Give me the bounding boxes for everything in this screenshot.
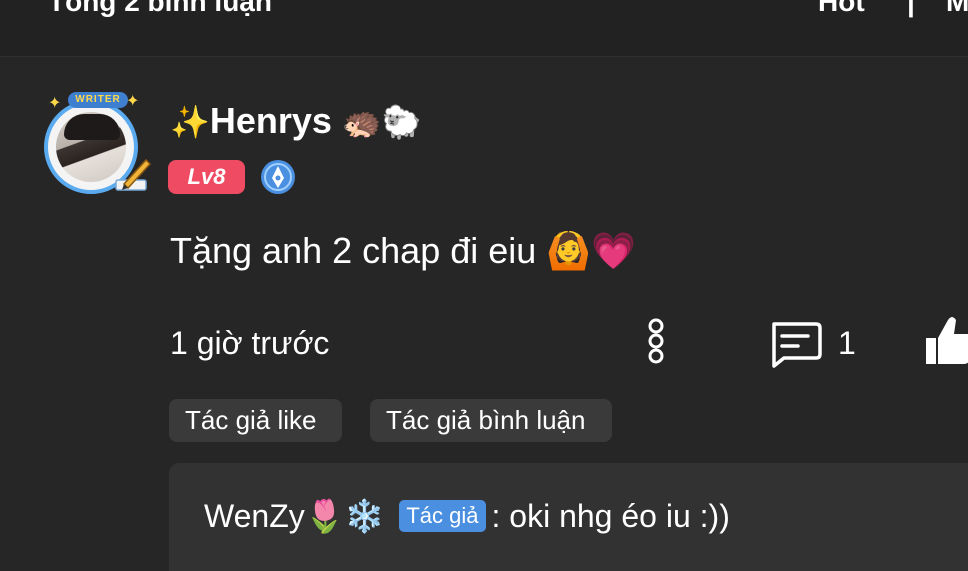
author-replied-chip: Tác giả bình luận [370,399,612,442]
star-icon: ✦ [48,95,62,112]
author-badge-icon [261,160,295,194]
reply-username-emoji: 🌷❄️ [304,497,385,535]
quill-pen-icon [115,158,152,191]
avatar[interactable]: WRITER ✦ ✦ [36,92,156,202]
more-vertical-icon[interactable] [642,318,670,366]
author-liked-chip: Tác giả like [169,399,342,442]
author-tag: Tác giả [399,500,486,532]
comment-username[interactable]: ✨Henrys 🦔🐑 [170,100,422,142]
sort-new-tab[interactable]: Mới [946,0,968,18]
reply-count: 1 [838,325,856,361]
sparkles-icon: ✨ [170,103,210,141]
comment-timestamp: 1 giờ trước [170,325,330,361]
thumbs-up-icon[interactable] [920,312,968,368]
comment-text: Tặng anh 2 chap đi eiu 🙆💗 [170,230,636,271]
comments-header: Tổng 2 bình luận Hot | Mới [0,0,968,57]
comment-icon[interactable] [768,320,824,370]
sort-separator: | [907,0,915,17]
comment-count-title: Tổng 2 bình luận [48,0,272,17]
star-icon: ✦ [126,93,140,110]
reply-username[interactable]: WenZy [204,498,305,534]
reply-preview[interactable]: WenZy🌷❄️ Tác giả: oki nhg éo iu :)) [169,463,968,571]
avatar-ribbon: WRITER [68,92,128,108]
level-badge: Lv8 [168,160,245,194]
username-text: Henrys [209,100,332,141]
username-emoji: 🦔🐑 [341,103,422,141]
reply-line: WenZy🌷❄️ Tác giả: oki nhg éo iu :)) [204,497,730,535]
avatar-photo-hair [64,114,120,140]
reply-text: : oki nhg éo iu :)) [491,498,730,534]
sort-hot-tab[interactable]: Hot [818,0,865,18]
